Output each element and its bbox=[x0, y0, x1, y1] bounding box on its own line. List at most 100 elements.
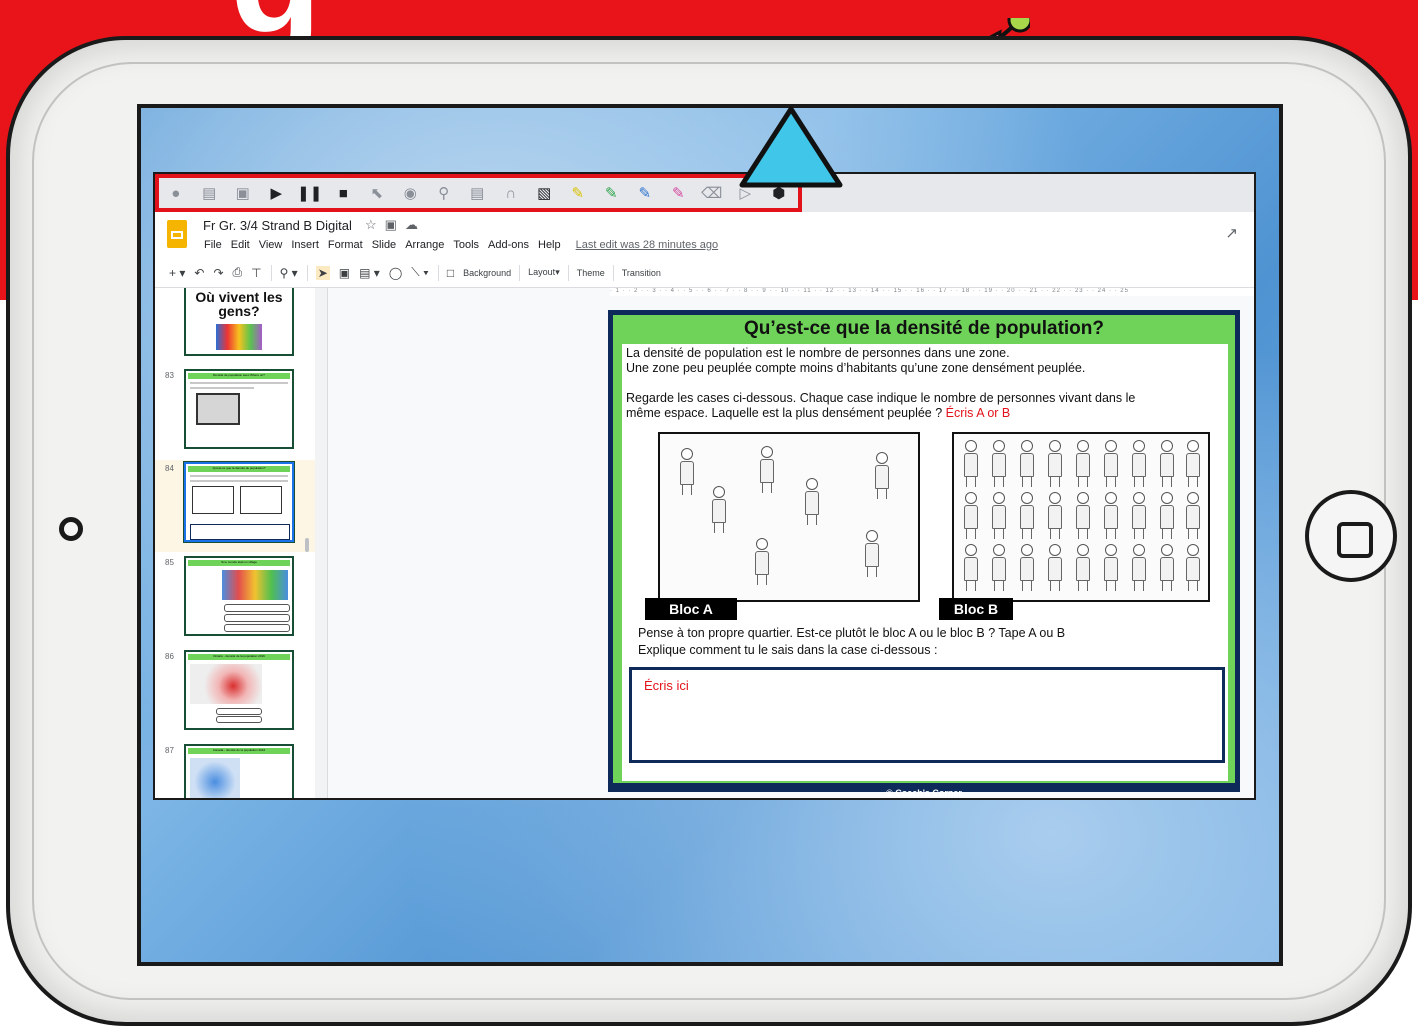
textbox-icon[interactable]: ▣ bbox=[339, 266, 350, 280]
slide-thumbnail[interactable]: Ontario - densité de la population 2016 bbox=[184, 650, 294, 730]
zoom-icon[interactable]: ⚲ ▾ bbox=[280, 266, 298, 280]
person-figure bbox=[1048, 492, 1062, 539]
slide-thumbnail[interactable]: Où vivent les gens? bbox=[184, 288, 294, 356]
person-figure bbox=[1160, 440, 1174, 487]
menu-file[interactable]: File bbox=[204, 239, 222, 251]
menu-insert[interactable]: Insert bbox=[291, 239, 319, 251]
filmstrip-item[interactable]: 86 Ontario - densité de la population 20… bbox=[155, 648, 315, 740]
layout-label: Layout bbox=[528, 267, 556, 277]
person-figure bbox=[1186, 440, 1200, 487]
menu-format[interactable]: Format bbox=[328, 239, 363, 251]
slide-thumbnail[interactable]: Canada - densité de la population 2016 bbox=[184, 744, 294, 798]
callout-arrow-icon bbox=[739, 106, 843, 188]
select-tool-icon[interactable]: ➤ bbox=[315, 265, 330, 280]
person-figure bbox=[992, 492, 1006, 539]
filmstrip-item[interactable]: Où vivent les gens? bbox=[155, 288, 315, 362]
person-figure bbox=[1104, 440, 1118, 487]
menu-help[interactable]: Help bbox=[538, 239, 561, 251]
person-figure bbox=[992, 544, 1006, 591]
last-edit-link[interactable]: Last edit was 28 minutes ago bbox=[576, 239, 718, 251]
answer-placeholder: Écris ici bbox=[644, 678, 689, 693]
undo-icon[interactable]: ↶ bbox=[194, 266, 204, 280]
menu-tools[interactable]: Tools bbox=[453, 239, 479, 251]
theme-button[interactable]: Theme bbox=[577, 268, 605, 278]
slide-number: 87 bbox=[165, 746, 174, 755]
person-figure bbox=[805, 478, 819, 525]
person-figure bbox=[1160, 544, 1174, 591]
vertical-ruler bbox=[315, 288, 328, 798]
person-figure bbox=[1076, 492, 1090, 539]
star-icon[interactable]: ☆ bbox=[365, 217, 385, 232]
slides-window: ● ▤ ▣ ▶ ❚❚ ■ ⬉ ◉ ⚲ ▤ ∩ ▧ ✎ ✎ ✎ ✎ ⌫ ▷ ⬢ F… bbox=[153, 172, 1256, 800]
filmstrip-item-active[interactable]: 84 Qu'est-ce que la densité de populatio… bbox=[155, 460, 315, 552]
thumbnail-title: Qu'est-ce que la densité de population? bbox=[188, 466, 290, 472]
cloud-icon[interactable]: ☁ bbox=[405, 217, 426, 232]
extension-toolbar: ● ▤ ▣ ▶ ❚❚ ■ ⬉ ◉ ⚲ ▤ ∩ ▧ ✎ ✎ ✎ ✎ ⌫ ▷ ⬢ bbox=[155, 174, 1254, 212]
person-figure bbox=[1076, 544, 1090, 591]
thumbnail-title: Densité de population avec Where on? bbox=[188, 373, 290, 379]
background-button[interactable]: Background bbox=[463, 268, 511, 278]
question-line-2: même espace. Laquelle est la plus densém… bbox=[626, 406, 1010, 421]
slide-green-frame: Qu’est-ce que la densité de population? … bbox=[613, 315, 1235, 783]
layout-button[interactable]: Layout▾ bbox=[528, 267, 560, 278]
comment-icon[interactable]: □ bbox=[447, 266, 454, 280]
thumbnail-title: Canada - densité de la population 2016 bbox=[188, 748, 290, 754]
print-icon[interactable]: ⎙ bbox=[233, 265, 243, 280]
thumbnail-title: Ontario - densité de la population 2016 bbox=[188, 654, 290, 660]
person-figure bbox=[1020, 492, 1034, 539]
slide-footer: © Coach's Corner bbox=[886, 788, 962, 798]
person-figure bbox=[680, 448, 694, 495]
image-insert-icon[interactable]: ▤ ▾ bbox=[359, 266, 380, 280]
menu-edit[interactable]: Edit bbox=[231, 239, 250, 251]
slide-thumbnail[interactable]: Densité de population avec Where on? bbox=[184, 369, 294, 449]
person-figure bbox=[1048, 440, 1062, 487]
menu-addons[interactable]: Add-ons bbox=[488, 239, 529, 251]
prompt-line-2: Explique comment tu le sais dans la case… bbox=[638, 643, 938, 657]
menu-arrange[interactable]: Arrange bbox=[405, 239, 444, 251]
bloc-a-box bbox=[658, 432, 920, 602]
filmstrip-item[interactable]: 87 Canada - densité de la population 201… bbox=[155, 742, 315, 798]
line-icon[interactable]: ⟍ ▾ bbox=[411, 265, 429, 280]
filmstrip-item[interactable]: 85 Si le monde était un village bbox=[155, 554, 315, 646]
shape-icon[interactable]: ◯ bbox=[389, 266, 402, 280]
doc-title[interactable]: Fr Gr. 3/4 Strand B Digital bbox=[203, 218, 352, 233]
slide-number: 85 bbox=[165, 558, 174, 567]
doc-header: Fr Gr. 3/4 Strand B Digital ☆▣☁ File Edi… bbox=[155, 212, 1254, 258]
redo-icon[interactable]: ↷ bbox=[213, 266, 223, 280]
filmstrip-scrollbar[interactable] bbox=[305, 538, 309, 552]
person-figure bbox=[760, 446, 774, 493]
person-figure bbox=[1104, 544, 1118, 591]
thumbnail-title: Où vivent les gens? bbox=[195, 289, 283, 319]
camera-icon bbox=[59, 517, 83, 541]
highlight-frame bbox=[155, 174, 802, 212]
question-line-1: Regarde les cases ci-dessous. Chaque cas… bbox=[626, 391, 1136, 405]
slide-thumbnail[interactable]: Si le monde était un village bbox=[184, 556, 294, 636]
slide-thumbnail[interactable]: Qu'est-ce que la densité de population? bbox=[183, 461, 295, 543]
slide-number: 83 bbox=[165, 371, 174, 380]
question-line-2-text: même espace. Laquelle est la plus densém… bbox=[626, 406, 946, 420]
answer-textbox[interactable]: Écris ici bbox=[629, 667, 1225, 763]
home-button[interactable] bbox=[1305, 490, 1397, 582]
slide-content: La densité de population est le nombre d… bbox=[622, 344, 1228, 781]
person-figure bbox=[964, 440, 978, 487]
question-instruction: Écris A or B bbox=[945, 406, 1011, 420]
menu-slide[interactable]: Slide bbox=[372, 239, 396, 251]
editor-toolbar: + ▾ ↶ ↷ ⎙ ⊤ ⚲ ▾ ➤ ▣ ▤ ▾ ◯ ⟍ ▾ □ Backgrou… bbox=[155, 258, 1254, 288]
bloc-a-label: Bloc A bbox=[645, 598, 737, 620]
folder-icon[interactable]: ▣ bbox=[385, 217, 405, 232]
new-slide-icon[interactable]: + ▾ bbox=[169, 266, 185, 280]
person-figure bbox=[875, 452, 889, 499]
definition-line-1: La densité de population est le nombre d… bbox=[626, 346, 1010, 360]
thumbnail-title: Si le monde était un village bbox=[188, 560, 290, 566]
activity-icon[interactable]: ↗ bbox=[1225, 224, 1238, 242]
menu-view[interactable]: View bbox=[259, 239, 283, 251]
paint-format-icon[interactable]: ⊤ bbox=[251, 266, 261, 280]
person-figure bbox=[1132, 492, 1146, 539]
filmstrip-item[interactable]: 83 Densité de population avec Where on? bbox=[155, 367, 315, 459]
thumbnail-image bbox=[216, 324, 262, 350]
definition-line-2: Une zone peu peuplée compte moins d’habi… bbox=[626, 361, 1086, 375]
transition-button[interactable]: Transition bbox=[622, 268, 661, 278]
current-slide[interactable]: Qu’est-ce que la densité de population? … bbox=[608, 310, 1240, 798]
slides-logo-icon[interactable] bbox=[167, 220, 187, 248]
slide-number: 84 bbox=[165, 464, 174, 473]
